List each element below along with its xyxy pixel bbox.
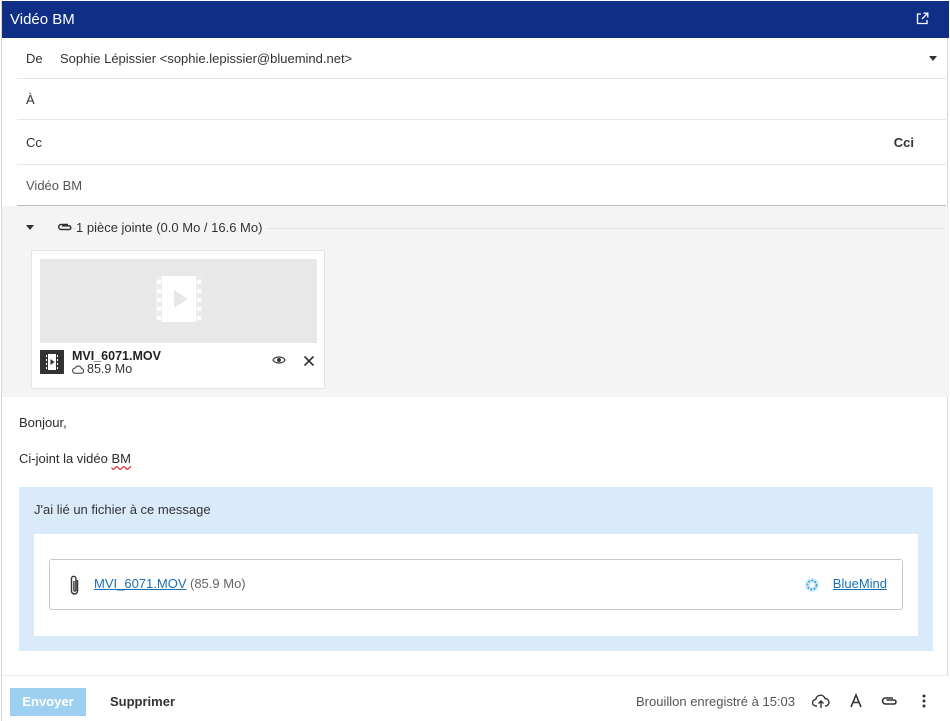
linked-file-row: MVI_6071.MOV (85.9 Mo) BlueMind [49, 559, 903, 610]
cci-toggle[interactable]: Cci [894, 135, 914, 150]
paperclip-icon [57, 223, 72, 231]
attachment-name: MVI_6071.MOV [72, 349, 161, 363]
video-thumbnail[interactable] [40, 259, 317, 343]
cc-row[interactable]: Cc Cci [17, 120, 946, 165]
linked-file-container: MVI_6071.MOV (85.9 Mo) BlueMind [34, 534, 918, 636]
attachment-size-line: 85.9 Mo [72, 362, 132, 376]
linked-file-panel: J'ai lié un fichier à ce message MVI_607… [19, 487, 933, 651]
body-line-text: Ci-joint la vidéo [19, 451, 112, 466]
paperclip-icon [70, 575, 79, 595]
cc-label: Cc [26, 135, 42, 150]
text-format-icon[interactable] [847, 692, 865, 710]
linked-file-size: (85.9 Mo) [190, 576, 246, 591]
bluemind-link[interactable]: BlueMind [833, 576, 887, 591]
linked-file-intro: J'ai lié un fichier à ce message [34, 502, 211, 517]
close-icon[interactable] [303, 355, 315, 367]
attachments-summary: 1 pièce jointe (0.0 Mo / 16.6 Mo) [76, 220, 269, 235]
from-value[interactable]: Sophie Lépissier <sophie.lepissier@bluem… [60, 51, 352, 66]
more-options-icon[interactable] [915, 692, 933, 710]
to-row[interactable]: À [17, 79, 946, 120]
cloud-upload-icon[interactable] [812, 692, 830, 710]
linked-file-link[interactable]: MVI_6071.MOV [94, 576, 187, 591]
attachment-card[interactable]: MVI_6071.MOV 85.9 Mo [31, 250, 325, 389]
composer-window: Vidéo BM De Sophie Lépissier <sophie.lep… [1, 1, 949, 721]
attachments-header[interactable]: 1 pièce jointe (0.0 Mo / 16.6 Mo) [2, 206, 949, 249]
composer-footer: Envoyer Supprimer Brouillon enregistré à… [2, 675, 949, 721]
chevron-down-icon[interactable] [929, 56, 937, 61]
video-placeholder-icon [156, 276, 202, 322]
send-button[interactable]: Envoyer [10, 688, 86, 716]
eye-icon[interactable] [272, 355, 286, 365]
body-greeting[interactable]: Bonjour, [19, 415, 67, 430]
subject-field[interactable]: Vidéo BM [26, 178, 82, 193]
subject-row[interactable]: Vidéo BM [17, 165, 946, 206]
bluemind-logo-icon [805, 578, 819, 592]
from-row[interactable]: De Sophie Lépissier <sophie.lepissier@bl… [17, 38, 946, 79]
cloud-icon [72, 365, 84, 374]
collapse-triangle-icon[interactable] [26, 225, 34, 230]
misspelled-word[interactable]: BM [112, 451, 132, 466]
open-external-icon[interactable] [916, 12, 929, 25]
to-label: À [26, 92, 35, 107]
attachments-panel: 1 pièce jointe (0.0 Mo / 16.6 Mo) MVI_60… [2, 206, 949, 397]
delete-button[interactable]: Supprimer [110, 694, 175, 709]
attachment-size: 85.9 Mo [87, 362, 133, 376]
attach-icon[interactable] [880, 692, 898, 710]
body-line[interactable]: Ci-joint la vidéo BM [19, 451, 131, 466]
composer-titlebar: Vidéo BM [2, 1, 949, 38]
draft-status: Brouillon enregistré à 15:03 [636, 694, 795, 709]
window-title: Vidéo BM [10, 11, 75, 28]
from-label: De [26, 51, 43, 66]
video-file-icon [40, 350, 64, 374]
